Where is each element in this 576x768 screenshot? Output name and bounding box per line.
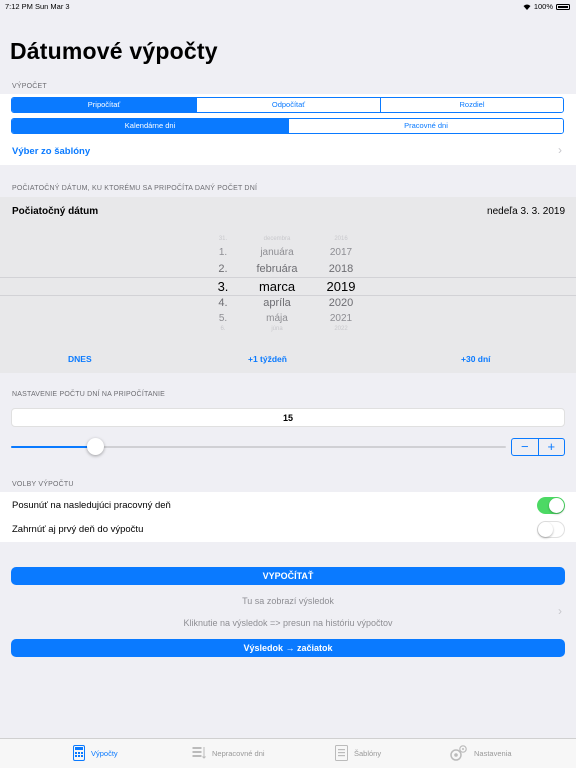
list-icon xyxy=(192,747,206,759)
result-placeholder: Tu sa zobrazí výsledok xyxy=(242,596,334,606)
result-hint: Kliknutie na výsledok => presun na histó… xyxy=(183,618,393,628)
status-date: Sun Mar 3 xyxy=(35,2,70,11)
calc-section-label: VÝPOČET xyxy=(12,83,47,90)
status-right: 100% xyxy=(523,2,570,11)
calculate-button[interactable]: VYPOČÍTAŤ xyxy=(11,567,565,585)
result-area[interactable]: Tu sa zobrazí výsledok Kliknutie na výsl… xyxy=(0,590,576,632)
tab-calendar-days[interactable]: Kalendárne dni xyxy=(12,119,288,133)
tab-bar: Výpočty Nepracovné dni Šablóny Nastaveni… xyxy=(0,738,576,768)
chevron-right-icon[interactable]: › xyxy=(558,143,562,157)
wheel-years-item[interactable]: 2021 xyxy=(301,313,381,324)
tab-holidays-label: Nepracovné dni xyxy=(212,748,265,758)
mode-segmented-control: Pripočítať Odpočítať Rozdiel xyxy=(11,97,564,113)
days-count-field[interactable]: 15 xyxy=(11,408,565,427)
slider-knob[interactable] xyxy=(87,438,105,455)
tab-calculations[interactable]: Výpočty xyxy=(73,745,118,761)
today-button[interactable]: DNES xyxy=(68,354,92,364)
option-include-first-day-toggle[interactable] xyxy=(537,521,565,538)
battery-icon xyxy=(556,3,570,10)
wheel-years-item[interactable]: 2020 xyxy=(301,297,381,309)
calculator-icon xyxy=(73,745,85,761)
toggle-knob xyxy=(549,498,564,513)
plus-week-button[interactable]: +1 týždeň xyxy=(248,354,287,364)
start-date-label: Počiatočný dátum xyxy=(12,206,99,217)
tab-calculations-label: Výpočty xyxy=(91,748,118,758)
wheel-years-item[interactable]: 2016 xyxy=(301,236,381,242)
slider-fill xyxy=(11,446,96,448)
plus-30-days-button[interactable]: +30 dní xyxy=(461,354,491,364)
tab-holidays[interactable]: Nepracovné dni xyxy=(192,745,265,761)
wifi-icon xyxy=(523,4,531,10)
status-bar: 7:12 PM Sun Mar 3 100% xyxy=(0,0,576,12)
gear-icon xyxy=(450,745,467,761)
tab-working-days[interactable]: Pracovné dni xyxy=(288,119,563,133)
document-icon xyxy=(335,745,348,761)
tab-templates-label: Šablóny xyxy=(354,748,382,758)
start-date-value: nedeľa 3. 3. 2019 xyxy=(487,206,565,217)
option-next-workday-toggle[interactable] xyxy=(537,497,565,514)
tab-add[interactable]: Pripočítať xyxy=(12,98,196,112)
option-include-first-day-label: Zahrnúť aj prvý deň do výpočtu xyxy=(12,524,144,535)
tab-settings[interactable]: Nastavenia xyxy=(450,745,512,761)
wheel-years-item[interactable]: 2022 xyxy=(301,326,381,332)
options-section-label: VOLBY VÝPOČTU xyxy=(12,481,74,488)
wheel-years-item[interactable]: 2017 xyxy=(301,247,381,258)
battery-percent: 100% xyxy=(533,2,553,11)
tab-settings-label: Nastavenia xyxy=(474,748,512,758)
tab-templates[interactable]: Šablóny xyxy=(335,745,381,761)
status-time: 7:12 PM xyxy=(5,2,33,11)
toggle-knob xyxy=(538,522,553,537)
result-chevron-icon: › xyxy=(558,604,562,618)
days-section-label: NASTAVENIE POČTU DNÍ NA PRIPOČÍTANIE xyxy=(12,391,166,398)
templates-link[interactable]: Výber zo šablóny xyxy=(12,146,90,157)
days-stepper: − + xyxy=(511,438,565,456)
tab-subtract[interactable]: Odpočítať xyxy=(196,98,380,112)
start-section-label: POČIATOČNÝ DÁTUM, KU KTORÉMU SA PRIPOČÍT… xyxy=(12,185,258,192)
wheel-years-item[interactable]: 2018 xyxy=(301,263,381,275)
result-to-start-button[interactable]: Výsledok → začiatok xyxy=(11,639,565,657)
stepper-plus-button[interactable]: + xyxy=(539,439,565,455)
days-slider[interactable] xyxy=(11,438,506,455)
date-wheel-picker[interactable]: 31. 1. 2. 3. 4. 5. 6. decembra januára februára ma… xyxy=(0,236,576,334)
option-next-workday-label: Posunúť na nasledujúci pracovný deň xyxy=(12,500,171,511)
stepper-minus-button[interactable]: − xyxy=(512,439,539,455)
daytype-segmented-control: Kalendárne dni Pracovné dni xyxy=(11,118,564,134)
tab-difference[interactable]: Rozdiel xyxy=(380,98,563,112)
wheel-years-item[interactable]: 2019 xyxy=(301,279,381,294)
page-title: Dátumové výpočty xyxy=(10,38,218,64)
